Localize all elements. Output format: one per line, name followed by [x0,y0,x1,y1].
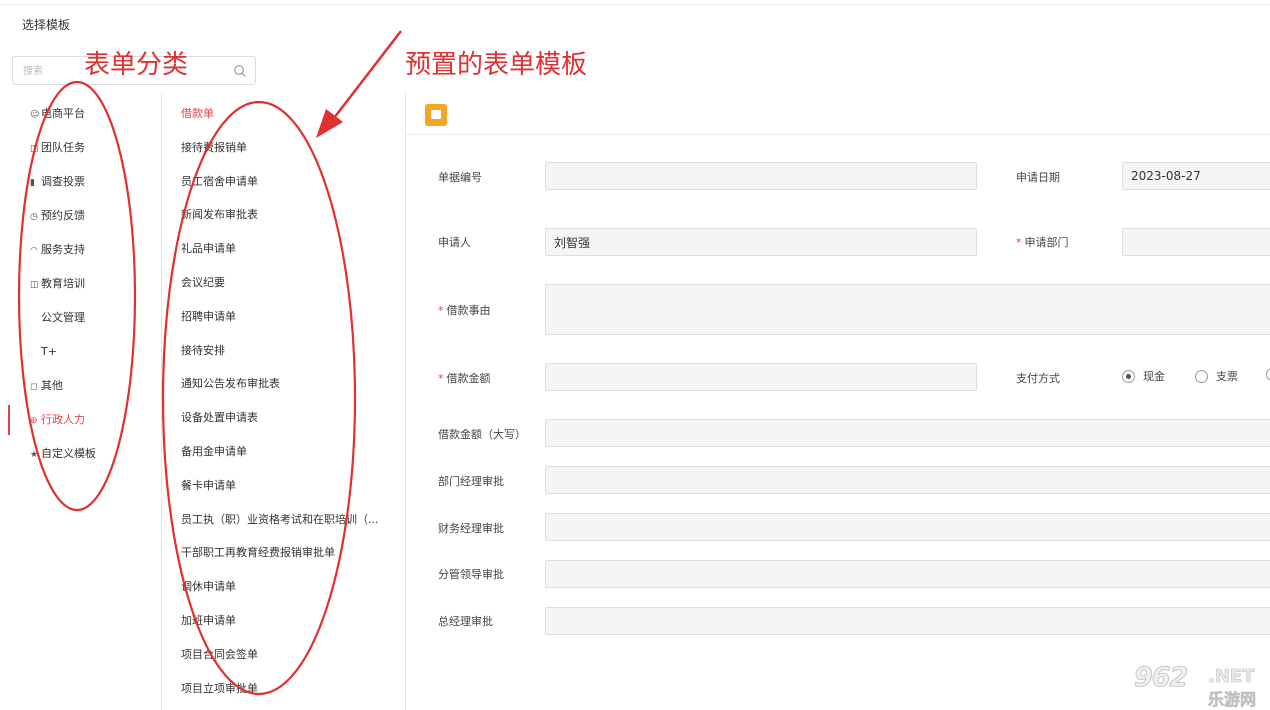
category-icon: ◫ [30,280,39,290]
radio-unchecked-icon [1266,368,1270,381]
template-item[interactable]: 会议纪要 [162,266,405,300]
site-watermark-logo: 962 .NET 乐游网 [1133,662,1257,710]
category-item[interactable]: ⊛ 行政人力 [0,403,161,437]
doc-no-field[interactable] [545,162,977,190]
dept-mgr-label: 部门经理审批 [438,475,504,488]
template-item[interactable]: 调休申请单 [162,570,405,604]
template-item[interactable]: 设备处置申请表 [162,401,405,435]
apply-date-label: 申请日期 [1016,171,1060,184]
template-item[interactable]: 礼品申请单 [162,232,405,266]
category-icon: ☺ [30,110,40,120]
category-item[interactable]: ▮ 调查投票 [0,165,161,199]
amount-label: * 借款金额 [438,372,491,385]
category-item[interactable]: ◷ 预约反馈 [0,199,161,233]
category-annotation: 表单分类 [84,50,189,80]
column-divider [405,93,406,710]
template-item[interactable]: 干部职工再教育经费报销审批单 [162,536,405,570]
doc-no-label: 单据编号 [438,171,482,184]
leader-label: 分管领导审批 [438,568,504,581]
category-label: 服务支持 [41,243,85,256]
template-annotation: 预置的表单模板 [405,50,588,80]
category-label: 调查投票 [41,175,85,188]
template-item[interactable]: 新闻发布审批表 [162,198,405,232]
category-item[interactable]: ◠ 服务支持 [0,233,161,267]
template-item[interactable]: 项目合同会签单 [162,638,405,672]
template-item[interactable]: 加班申请单 [162,604,405,638]
category-label: 团队任务 [41,141,85,154]
category-item[interactable]: ◫ 团队任务 [0,131,161,165]
payment-label: 支付方式 [1016,372,1060,385]
category-icon: ◷ [30,212,38,222]
form-icon [425,104,447,126]
template-item[interactable]: 项目立项审批单 [162,672,405,706]
category-label: 预约反馈 [41,209,85,222]
template-item[interactable]: 备用金申请单 [162,435,405,469]
dialog-title: 选择模板 [22,18,71,32]
finance-mgr-field[interactable] [545,513,1270,541]
applicant-label: 申请人 [438,236,471,249]
finance-mgr-label: 财务经理审批 [438,522,504,535]
category-icon: ◻ [30,382,38,392]
amount-field[interactable] [545,363,977,391]
template-item[interactable]: 接待费报销单 [162,131,405,165]
amount-upper-label: 借款金额（大写） [438,428,526,441]
category-label: 行政人力 [41,413,85,426]
gm-field[interactable] [545,607,1270,635]
dept-field[interactable] [1122,228,1270,256]
form-header [406,93,1270,135]
category-icon: ▮ [30,178,35,188]
template-item[interactable]: 员工执（职）业资格考试和在职培训（... [162,503,405,537]
payment-more-radio[interactable] [1266,368,1270,381]
category-label: 电商平台 [41,107,85,120]
template-item[interactable]: 通知公告发布审批表 [162,367,405,401]
category-item[interactable]: ◻ 其他 [0,369,161,403]
payment-cash-radio[interactable]: 现金 [1122,368,1165,384]
category-label: 其他 [41,379,63,392]
dept-mgr-field[interactable] [545,466,1270,494]
applicant-field[interactable]: 刘智强 [545,228,977,256]
top-divider [0,4,1270,5]
category-item[interactable]: 公文管理 [0,301,161,335]
search-icon[interactable] [233,64,247,78]
category-icon: ⊛ [30,416,38,426]
radio-checked-icon [1122,369,1135,383]
template-item[interactable]: 借款单 [162,97,405,131]
category-icon: ◠ [30,246,38,256]
template-item[interactable]: 招聘申请单 [162,300,405,334]
category-icon: ★ [30,450,39,460]
reason-label: * 借款事由 [438,304,491,317]
template-item[interactable]: 员工宿舍申请单 [162,165,405,199]
category-label: 自定义模板 [41,447,96,460]
category-icon: ◫ [30,144,39,154]
apply-date-field[interactable]: 2023-08-27 [1122,162,1270,190]
category-label: 教育培训 [41,277,85,290]
radio-unchecked-icon [1195,369,1208,383]
template-item[interactable]: 餐卡申请单 [162,469,405,503]
template-item[interactable]: 接待安排 [162,334,405,368]
template-list: 借款单 接待费报销单 员工宿舍申请单 新闻发布审批表 礼品申请单 会议纪要 招聘申请单 接待安… [162,97,405,705]
category-label: T+ [41,345,57,358]
category-item[interactable]: ◫ 教育培训 [0,267,161,301]
payment-check-radio[interactable]: 支票 [1195,368,1238,384]
category-item[interactable]: ☺ 电商平台 [0,97,161,131]
category-item[interactable]: ★ 自定义模板 [0,437,161,471]
dept-label: * 申请部门 [1016,236,1069,249]
category-list: ☺ 电商平台 ◫ 团队任务 ▮ 调查投票 ◷ 预约反馈 ◠ 服务支持 ◫ 教育培训 公文管理 T+ ◻ 其他 ⊛… [0,97,161,471]
category-label: 公文管理 [41,311,85,324]
leader-field[interactable] [545,560,1270,588]
reason-field[interactable] [545,284,1270,335]
category-item[interactable]: T+ [0,335,161,369]
gm-label: 总经理审批 [438,615,493,628]
amount-upper-field[interactable] [545,419,1270,447]
